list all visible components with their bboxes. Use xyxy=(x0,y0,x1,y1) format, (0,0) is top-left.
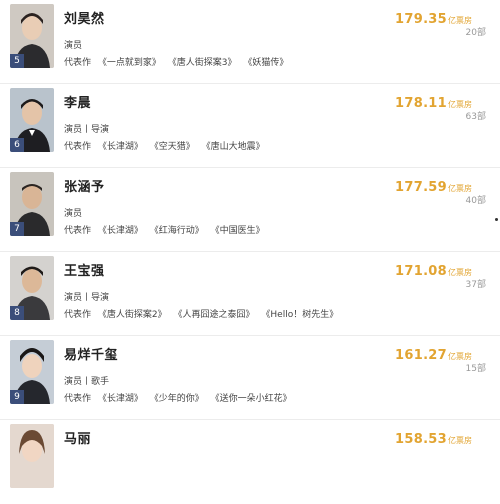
page-indicator-dot xyxy=(495,218,498,221)
works-prefix: 代表作 xyxy=(64,58,92,68)
actor-ranking-list: 5 刘昊然 演员 代表作 《一点就到家》 《唐人街探案3》 《妖猫传》 179.… xyxy=(0,0,500,504)
box-office-value: 179.35 xyxy=(395,12,447,27)
work-title[interactable]: 《送你一朵小红花》 xyxy=(211,394,292,404)
work-title[interactable]: 《人再囧途之泰囧》 xyxy=(174,310,255,320)
film-count: 20部 xyxy=(465,28,486,38)
actor-name[interactable]: 张涵予 xyxy=(64,176,105,195)
avatar[interactable]: 6 xyxy=(10,88,54,152)
list-item[interactable]: 马丽 158.53亿票房 xyxy=(0,420,500,504)
works-prefix: 代表作 xyxy=(64,226,92,236)
film-count: 40部 xyxy=(465,196,486,206)
actor-name[interactable]: 易烊千玺 xyxy=(64,344,118,363)
actor-role: 演员丨导演 xyxy=(64,293,110,303)
actor-name[interactable]: 刘昊然 xyxy=(64,8,105,27)
avatar[interactable]: 8 xyxy=(10,256,54,320)
actor-role: 演员丨歌手 xyxy=(64,377,110,387)
box-office: 171.08亿票房 xyxy=(395,260,472,279)
box-office-unit: 亿票房 xyxy=(448,100,472,109)
box-office-unit: 亿票房 xyxy=(448,268,472,277)
rank-badge: 9 xyxy=(10,390,24,404)
box-office-unit: 亿票房 xyxy=(448,436,472,445)
box-office: 158.53亿票房 xyxy=(395,428,472,447)
film-count: 63部 xyxy=(465,112,486,122)
actor-name[interactable]: 马丽 xyxy=(64,428,91,447)
avatar[interactable]: 9 xyxy=(10,340,54,404)
work-title[interactable]: 《唐人街探案2》 xyxy=(98,310,167,320)
list-item[interactable]: 9 易烊千玺 演员丨歌手 代表作 《长津湖》 《少年的你》 《送你一朵小红花》 … xyxy=(0,336,500,420)
list-item[interactable]: 5 刘昊然 演员 代表作 《一点就到家》 《唐人街探案3》 《妖猫传》 179.… xyxy=(0,0,500,84)
actor-role: 演员 xyxy=(64,41,83,51)
box-office-value: 177.59 xyxy=(395,180,447,195)
rank-badge: 8 xyxy=(10,306,24,320)
box-office-unit: 亿票房 xyxy=(448,16,472,25)
box-office-value: 161.27 xyxy=(395,348,447,363)
works-prefix: 代表作 xyxy=(64,310,92,320)
works-prefix: 代表作 xyxy=(64,394,92,404)
avatar[interactable]: 5 xyxy=(10,4,54,68)
actor-role: 演员 xyxy=(64,209,83,219)
box-office-value: 158.53 xyxy=(395,432,447,447)
box-office: 178.11亿票房 xyxy=(395,92,472,111)
avatar[interactable] xyxy=(10,424,54,488)
representative-works: 代表作 《唐人街探案2》 《人再囧途之泰囧》 《Hello！树先生》 xyxy=(64,307,342,320)
representative-works: 代表作 《一点就到家》 《唐人街探案3》 《妖猫传》 xyxy=(64,55,292,68)
actor-name[interactable]: 王宝强 xyxy=(64,260,105,279)
box-office: 179.35亿票房 xyxy=(395,8,472,27)
works-prefix: 代表作 xyxy=(64,142,92,152)
work-title[interactable]: 《中国医生》 xyxy=(211,226,265,236)
box-office-unit: 亿票房 xyxy=(448,352,472,361)
rank-badge: 6 xyxy=(10,138,24,152)
box-office-value: 178.11 xyxy=(395,96,447,111)
actor-name[interactable]: 李晨 xyxy=(64,92,91,111)
list-item[interactable]: 7 张涵予 演员 代表作 《长津湖》 《红海行动》 《中国医生》 177.59亿… xyxy=(0,168,500,252)
work-title[interactable]: 《Hello！树先生》 xyxy=(261,310,338,320)
representative-works: 代表作 《长津湖》 《空天猎》 《唐山大地震》 xyxy=(64,139,269,152)
representative-works: 代表作 《长津湖》 《少年的你》 《送你一朵小红花》 xyxy=(64,391,296,404)
work-title[interactable]: 《长津湖》 xyxy=(98,142,143,152)
box-office-value: 171.08 xyxy=(395,264,447,279)
box-office: 161.27亿票房 xyxy=(395,344,472,363)
list-item[interactable]: 8 王宝强 演员丨导演 代表作 《唐人街探案2》 《人再囧途之泰囧》 《Hell… xyxy=(0,252,500,336)
work-title[interactable]: 《一点就到家》 xyxy=(98,58,161,68)
avatar[interactable]: 7 xyxy=(10,172,54,236)
work-title[interactable]: 《红海行动》 xyxy=(150,226,204,236)
representative-works: 代表作 《长津湖》 《红海行动》 《中国医生》 xyxy=(64,223,269,236)
box-office: 177.59亿票房 xyxy=(395,176,472,195)
work-title[interactable]: 《妖猫传》 xyxy=(243,58,288,68)
work-title[interactable]: 《唐山大地震》 xyxy=(202,142,265,152)
film-count: 15部 xyxy=(465,364,486,374)
person-photo-icon xyxy=(10,424,54,488)
work-title[interactable]: 《长津湖》 xyxy=(98,394,143,404)
film-count: 37部 xyxy=(465,280,486,290)
work-title[interactable]: 《空天猎》 xyxy=(150,142,195,152)
box-office-unit: 亿票房 xyxy=(448,184,472,193)
actor-role: 演员丨导演 xyxy=(64,125,110,135)
rank-badge: 7 xyxy=(10,222,24,236)
list-item[interactable]: 6 李晨 演员丨导演 代表作 《长津湖》 《空天猎》 《唐山大地震》 178.1… xyxy=(0,84,500,168)
rank-badge: 5 xyxy=(10,54,24,68)
work-title[interactable]: 《唐人街探案3》 xyxy=(168,58,237,68)
work-title[interactable]: 《长津湖》 xyxy=(98,226,143,236)
work-title[interactable]: 《少年的你》 xyxy=(150,394,204,404)
